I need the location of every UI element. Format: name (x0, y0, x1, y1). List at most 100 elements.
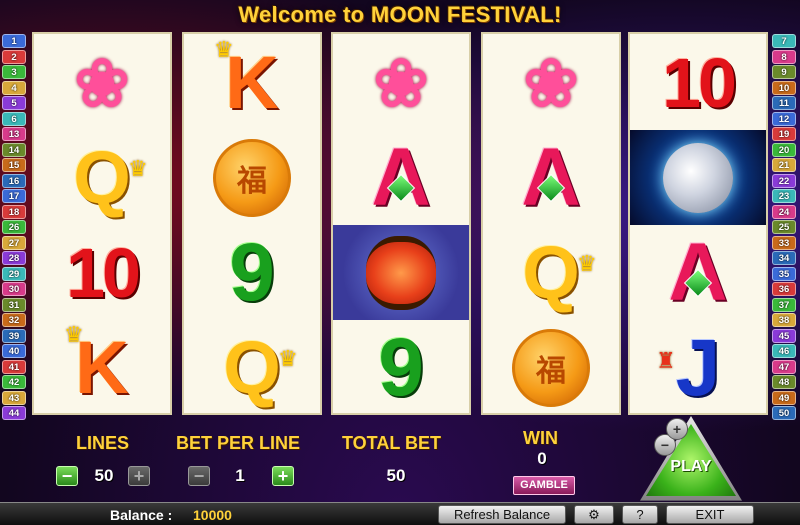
payline-indicator-12[interactable]: 12 (772, 111, 796, 126)
mooncake-icon: 福 (213, 138, 291, 217)
play-button[interactable]: PLAY − + (636, 414, 746, 509)
reel-3-symbol-1: ❀ (333, 35, 469, 130)
payline-indicator-44[interactable]: 44 (2, 406, 26, 420)
payline-indicator-14[interactable]: 14 (2, 142, 26, 157)
payline-indicator-34[interactable]: 34 (772, 251, 796, 265)
reel-2-symbol-2: 福 (184, 130, 320, 225)
payline-indicator-10[interactable]: 10 (772, 80, 796, 95)
help-button[interactable]: ? (622, 505, 658, 524)
payline-indicator-36[interactable]: 36 (772, 282, 796, 296)
reel-5-symbol-1: 10 (630, 35, 766, 130)
payline-indicator-47[interactable]: 47 (772, 359, 796, 374)
payline-indicator-11[interactable]: 11 (772, 96, 796, 110)
payline-indicator-27[interactable]: 27 (2, 235, 26, 250)
ten-symbol: 10 (66, 233, 141, 312)
nine-symbol: 9 (378, 321, 424, 413)
payline-indicator-45[interactable]: 45 (772, 328, 796, 343)
moon-icon (663, 142, 733, 213)
payline-indicator-2[interactable]: 2 (2, 49, 26, 64)
payline-indicator-25[interactable]: 25 (772, 220, 796, 234)
gamble-button[interactable]: GAMBLE (513, 476, 575, 495)
payline-indicator-35[interactable]: 35 (772, 266, 796, 281)
balance-label: Balance : (110, 507, 173, 523)
lines-increase-button[interactable]: + (128, 466, 150, 486)
reel-2: K ♛ 福 9 Q ♛ (182, 32, 322, 415)
reel-1-symbol-4: K ♛ (34, 320, 170, 415)
payline-indicator-38[interactable]: 38 (772, 313, 796, 327)
reel-3: ❀ A 9 (331, 32, 471, 415)
reel-3-symbol-4: 9 (333, 320, 469, 415)
gear-icon: ⚙ (588, 507, 600, 522)
payline-indicator-32[interactable]: 32 (2, 313, 26, 327)
payline-indicator-33[interactable]: 33 (772, 235, 796, 250)
payline-indicator-4[interactable]: 4 (2, 80, 26, 95)
payline-indicator-29[interactable]: 29 (2, 266, 26, 281)
bet-decrease-button[interactable]: − (188, 466, 210, 486)
crown-icon: ♛ (214, 37, 234, 62)
lines-label: LINES (76, 433, 130, 453)
reel-5-symbol-3: A (630, 225, 766, 320)
payline-indicator-18[interactable]: 18 (2, 204, 26, 219)
payline-indicator-28[interactable]: 28 (2, 251, 26, 265)
payline-indicator-46[interactable]: 46 (772, 344, 796, 358)
payline-indicator-42[interactable]: 42 (2, 375, 26, 389)
lines-decrease-button[interactable]: − (56, 466, 78, 486)
reel-2-symbol-4: Q ♛ (184, 320, 320, 415)
payline-indicator-1[interactable]: 1 (2, 34, 26, 48)
mooncake-icon: 福 (512, 328, 590, 407)
payline-indicators-left: 1 2 3 4 5 6 13 14 15 16 17 18 26 27 28 29 30 31 32 39 40 41 42… (2, 34, 26, 422)
payline-indicator-48[interactable]: 48 (772, 375, 796, 389)
crown-icon: ♛ (64, 322, 84, 347)
payline-indicator-30[interactable]: 30 (2, 282, 26, 296)
payline-indicator-20[interactable]: 20 (772, 142, 796, 157)
payline-indicator-24[interactable]: 24 (772, 204, 796, 219)
reel-4-symbol-2: A (483, 130, 619, 225)
queen-symbol: Q (522, 230, 580, 314)
payline-indicator-50[interactable]: 50 (772, 406, 796, 420)
payline-indicator-19[interactable]: 19 (772, 127, 796, 141)
payline-indicator-5[interactable]: 5 (2, 96, 26, 110)
reel-3-symbol-3 (333, 225, 469, 320)
payline-indicator-39[interactable]: 39 (2, 328, 26, 343)
payline-indicator-21[interactable]: 21 (772, 158, 796, 172)
exit-button[interactable]: EXIT (666, 505, 754, 524)
payline-indicator-31[interactable]: 31 (2, 297, 26, 312)
crown-icon: ♛ (278, 346, 298, 371)
bet-per-line-label: BET PER LINE (176, 433, 301, 453)
reel-5-symbol-2 (630, 130, 766, 225)
reel-5-symbol-4: J ♜ (630, 320, 766, 415)
payline-indicator-37[interactable]: 37 (772, 297, 796, 312)
payline-indicator-41[interactable]: 41 (2, 359, 26, 374)
payline-indicator-16[interactable]: 16 (2, 173, 26, 188)
payline-indicator-7[interactable]: 7 (772, 34, 796, 48)
payline-indicator-6[interactable]: 6 (2, 111, 26, 126)
win-label: WIN (523, 428, 558, 448)
payline-indicator-8[interactable]: 8 (772, 49, 796, 64)
payline-indicator-43[interactable]: 43 (2, 390, 26, 405)
refresh-balance-button[interactable]: Refresh Balance (438, 505, 566, 524)
crown-icon: ♛ (128, 156, 148, 181)
bet-increase-button[interactable]: + (272, 466, 294, 486)
payline-indicator-26[interactable]: 26 (2, 220, 26, 234)
reel-3-symbol-2: A (333, 130, 469, 225)
payline-indicator-17[interactable]: 17 (2, 189, 26, 203)
queen-symbol: Q (223, 325, 281, 409)
reel-4-symbol-3: Q ♛ (483, 225, 619, 320)
payline-indicator-3[interactable]: 3 (2, 65, 26, 79)
queen-symbol: Q (73, 135, 131, 219)
bottom-bar: Balance : 10000 Refresh Balance ⚙ ? EXIT (0, 502, 800, 525)
payline-indicator-9[interactable]: 9 (772, 65, 796, 79)
payline-indicator-22[interactable]: 22 (772, 173, 796, 188)
reel-1: ❀ Q ♛ 10 K ♛ (32, 32, 172, 415)
payline-indicator-23[interactable]: 23 (772, 189, 796, 203)
win-value: 0 (537, 449, 547, 468)
balance-value: 10000 (193, 507, 232, 523)
payline-indicator-13[interactable]: 13 (2, 127, 26, 141)
nine-symbol: 9 (229, 226, 275, 318)
payline-indicator-15[interactable]: 15 (2, 158, 26, 172)
autoplay-increase-button[interactable]: + (666, 418, 688, 440)
lotus-icon: ❀ (373, 45, 429, 120)
payline-indicator-40[interactable]: 40 (2, 344, 26, 358)
settings-button[interactable]: ⚙ (574, 505, 614, 524)
payline-indicator-49[interactable]: 49 (772, 390, 796, 405)
